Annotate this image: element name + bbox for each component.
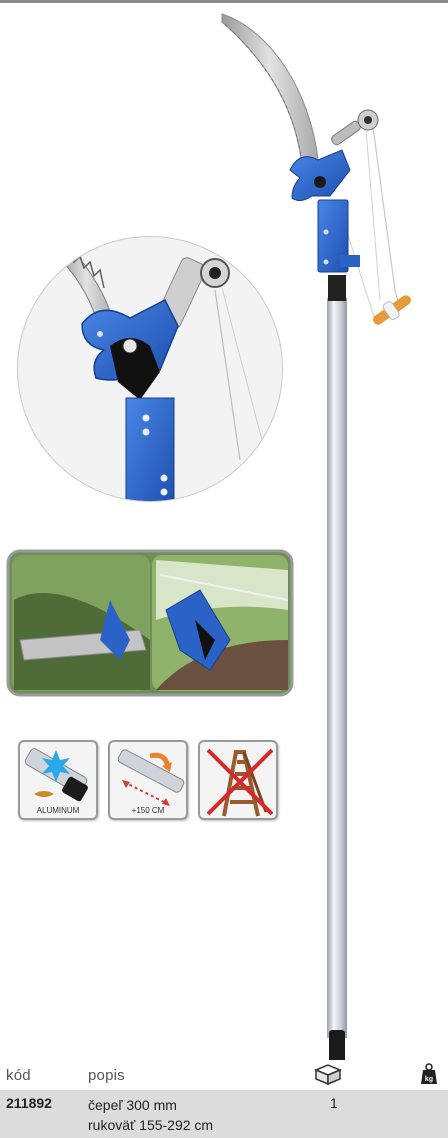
description-line-2: rukoväť 155-292 cm xyxy=(88,1117,214,1133)
usage-photos xyxy=(6,549,294,697)
box-icon xyxy=(314,1064,342,1086)
spec-table-header: kód popis kg xyxy=(0,1060,448,1090)
feature-icons: ALUMINUM +150 CM xyxy=(18,740,278,820)
no-ladder-icon xyxy=(198,740,278,820)
header-code: kód xyxy=(6,1067,31,1084)
product-description: čepeľ 300 mm rukoväť 155-292 cm xyxy=(88,1095,213,1135)
kg-weight-icon: kg xyxy=(421,1063,437,1084)
aluminum-icon: ALUMINUM xyxy=(18,740,98,820)
product-code: 211892 xyxy=(6,1095,52,1111)
spec-table: kód popis kg 211892 čepeľ 300 mm rukoväť… xyxy=(0,1060,448,1138)
package-quantity: 1 xyxy=(330,1095,338,1111)
description-line-1: čepeľ 300 mm xyxy=(88,1097,177,1113)
pole-saw-illustration xyxy=(6,13,411,1060)
kg-label: kg xyxy=(425,1076,433,1083)
aluminum-caption: ALUMINUM xyxy=(36,806,80,815)
header-description: popis xyxy=(88,1067,125,1084)
extension-caption: +150 CM xyxy=(131,806,165,815)
extension-icon: +150 CM xyxy=(108,740,188,820)
table-row: 211892 čepeľ 300 mm rukoväť 155-292 cm 1 xyxy=(0,1090,448,1138)
